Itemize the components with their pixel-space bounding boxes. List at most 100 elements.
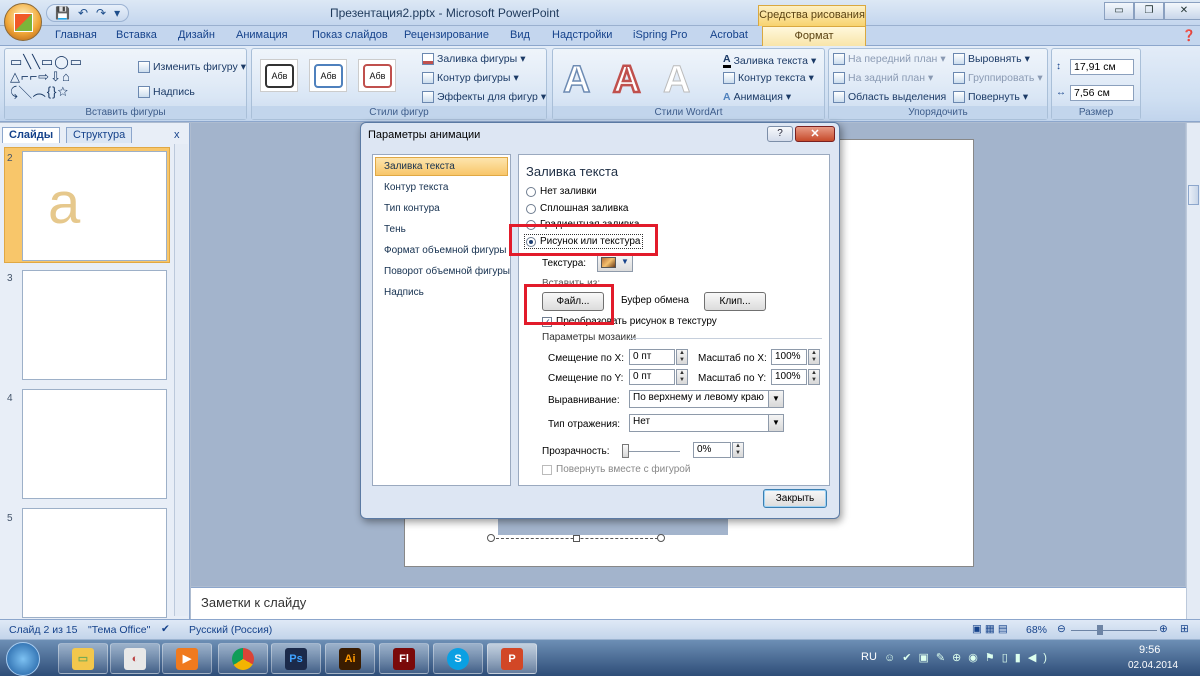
- alignment-select[interactable]: По верхнему и левому краю ▼: [629, 390, 784, 408]
- selection-pane-button[interactable]: Область выделения: [833, 91, 946, 103]
- shape-style-2[interactable]: Абв: [309, 59, 347, 92]
- nav-item-3d-format[interactable]: Формат объемной фигуры: [384, 245, 507, 256]
- shape-effects-button[interactable]: Эффекты для фигур ▾: [422, 91, 546, 103]
- tab-addins[interactable]: Надстройки: [552, 29, 612, 41]
- slider-thumb[interactable]: [622, 444, 629, 458]
- offset-x-input[interactable]: 0 пт: [629, 349, 675, 365]
- dialog-close-button[interactable]: ✕: [795, 126, 835, 142]
- dialog-help-button[interactable]: ?: [767, 126, 793, 142]
- rotate-button[interactable]: Повернуть ▾: [953, 91, 1028, 103]
- taskbar-skype[interactable]: S: [433, 643, 483, 674]
- offset-y-input[interactable]: 0 пт: [629, 369, 675, 385]
- radio-solid-fill[interactable]: Сплошная заливка: [526, 203, 628, 214]
- spellcheck-icon[interactable]: ✔: [161, 623, 170, 635]
- nav-item-line-style[interactable]: Тип контура: [384, 203, 440, 214]
- text-outline-button[interactable]: Контур текста ▾: [723, 72, 814, 84]
- scale-x-spinner[interactable]: ▲ ▼: [808, 349, 820, 365]
- rotate-with-shape-checkbox[interactable]: Повернуть вместе с фигурой: [542, 464, 690, 475]
- tab-slides[interactable]: Слайды: [2, 127, 61, 143]
- help-icon[interactable]: ❓: [1182, 29, 1196, 42]
- change-shape-button[interactable]: Изменить фигуру ▾: [138, 61, 246, 73]
- canvas-scrollbar[interactable]: [1186, 123, 1200, 619]
- language-status[interactable]: Русский (Россия): [189, 624, 272, 636]
- scale-y-input[interactable]: 100%: [771, 369, 807, 385]
- taskbar-flash[interactable]: Fl: [379, 643, 429, 674]
- align-button[interactable]: Выровнять ▾: [953, 53, 1030, 65]
- wordart-style-3[interactable]: A: [662, 59, 690, 102]
- keyboard-language[interactable]: RU: [861, 651, 877, 663]
- slide-thumbnail[interactable]: [22, 270, 167, 380]
- shapes-gallery-icon[interactable]: ▭╲╲▭◯▭ △⌐⌐⇨⇩⌂ ⤹╲︵{}☆: [10, 54, 83, 99]
- shape-style-1[interactable]: Абв: [260, 59, 298, 92]
- resize-handle[interactable]: [573, 535, 580, 542]
- text-animation-button[interactable]: A Анимация ▾: [723, 91, 791, 103]
- radio-picture-texture[interactable]: Рисунок или текстура: [524, 234, 643, 249]
- minimize-button[interactable]: ▭: [1104, 2, 1134, 20]
- zoom-out-icon[interactable]: ⊖: [1057, 623, 1066, 635]
- wordart-style-1[interactable]: A: [562, 58, 591, 102]
- zoom-slider[interactable]: ⊖ ⊕: [1057, 623, 1171, 635]
- tab-home[interactable]: Главная: [55, 29, 97, 41]
- scroll-thumb[interactable]: [1188, 185, 1199, 205]
- taskbar-photoshop[interactable]: Ps: [271, 643, 321, 674]
- qat-more-icon[interactable]: ▾: [114, 6, 120, 20]
- mirror-type-select[interactable]: Нет ▼: [629, 414, 784, 432]
- tile-picture-checkbox[interactable]: ✓ Преобразовать рисунок в текстуру: [542, 316, 717, 327]
- slide-thumbnail[interactable]: [22, 508, 167, 618]
- nav-item-3d-rotation[interactable]: Поворот объемной фигуры: [384, 266, 510, 277]
- fit-slide-icon[interactable]: ⊞: [1180, 623, 1189, 635]
- save-icon[interactable]: 💾: [55, 6, 70, 20]
- wordart-style-2[interactable]: A: [612, 58, 642, 103]
- tray-icons[interactable]: ☺✔▣✎⊕◉⚑▯▮◀): [884, 651, 1054, 664]
- transparency-spinner[interactable]: ▲ ▼: [732, 442, 744, 458]
- undo-icon[interactable]: ↶: [78, 6, 88, 20]
- close-panel-icon[interactable]: x: [174, 129, 180, 141]
- scale-x-input[interactable]: 100%: [771, 349, 807, 365]
- tab-animation[interactable]: Анимация: [236, 29, 288, 41]
- redo-icon[interactable]: ↷: [96, 6, 106, 20]
- tab-slideshow[interactable]: Показ слайдов: [312, 29, 388, 41]
- offset-x-spinner[interactable]: ▲ ▼: [676, 349, 688, 365]
- nav-item-text-fill[interactable]: Заливка текста: [384, 161, 455, 172]
- resize-handle[interactable]: [487, 534, 495, 542]
- tab-insert[interactable]: Вставка: [116, 29, 157, 41]
- texture-picker[interactable]: ▼: [597, 253, 633, 272]
- shape-height-input[interactable]: 17,91 см: [1070, 59, 1134, 75]
- tab-format[interactable]: Формат: [762, 26, 866, 47]
- nav-item-text-box[interactable]: Надпись: [384, 287, 424, 298]
- office-button[interactable]: [4, 3, 42, 41]
- text-fill-button[interactable]: A Заливка текста ▾: [723, 53, 816, 68]
- shape-fill-button[interactable]: Заливка фигуры ▾: [422, 53, 525, 65]
- clip-art-button[interactable]: Клип...: [704, 292, 766, 311]
- radio-no-fill[interactable]: Нет заливки: [526, 186, 597, 197]
- close-dialog-button[interactable]: Закрыть: [763, 489, 827, 508]
- close-window-button[interactable]: ✕: [1164, 2, 1200, 20]
- clock-time[interactable]: 9:56: [1139, 644, 1160, 656]
- taskbar-powerpoint[interactable]: P: [487, 643, 537, 674]
- slide-thumbnail[interactable]: a: [22, 151, 167, 261]
- notes-pane[interactable]: Заметки к слайду: [191, 587, 1186, 619]
- slides-scrollbar[interactable]: [174, 144, 188, 616]
- restore-button[interactable]: ❐: [1134, 2, 1164, 20]
- bring-front-button[interactable]: На передний план ▾: [833, 53, 946, 65]
- taskbar-media[interactable]: ▶: [162, 643, 212, 674]
- tab-ispring[interactable]: iSpring Pro: [633, 29, 687, 41]
- offset-y-spinner[interactable]: ▲ ▼: [676, 369, 688, 385]
- send-back-button[interactable]: На задний план ▾: [833, 72, 933, 84]
- nav-item-text-outline[interactable]: Контур текста: [384, 182, 448, 193]
- clock-date[interactable]: 02.04.2014: [1128, 660, 1178, 671]
- text-box-button[interactable]: Надпись: [138, 86, 195, 98]
- taskbar-illustrator[interactable]: Ai: [325, 643, 375, 674]
- taskbar-explorer[interactable]: ▭: [58, 643, 108, 674]
- view-buttons-icon[interactable]: ▣▦▤: [972, 623, 1011, 635]
- tab-acrobat[interactable]: Acrobat: [710, 29, 748, 41]
- tab-view[interactable]: Вид: [510, 29, 530, 41]
- nav-item-shadow[interactable]: Тень: [384, 224, 406, 235]
- radio-gradient-fill[interactable]: Градиентная заливка: [526, 219, 639, 230]
- zoom-in-icon[interactable]: ⊕: [1159, 623, 1168, 635]
- taskbar-paint[interactable]: ◐: [110, 643, 160, 674]
- clipboard-button[interactable]: Буфер обмена: [620, 292, 690, 311]
- scale-y-spinner[interactable]: ▲ ▼: [808, 369, 820, 385]
- shape-style-3[interactable]: Абв: [358, 59, 396, 92]
- transparency-slider[interactable]: [622, 444, 680, 458]
